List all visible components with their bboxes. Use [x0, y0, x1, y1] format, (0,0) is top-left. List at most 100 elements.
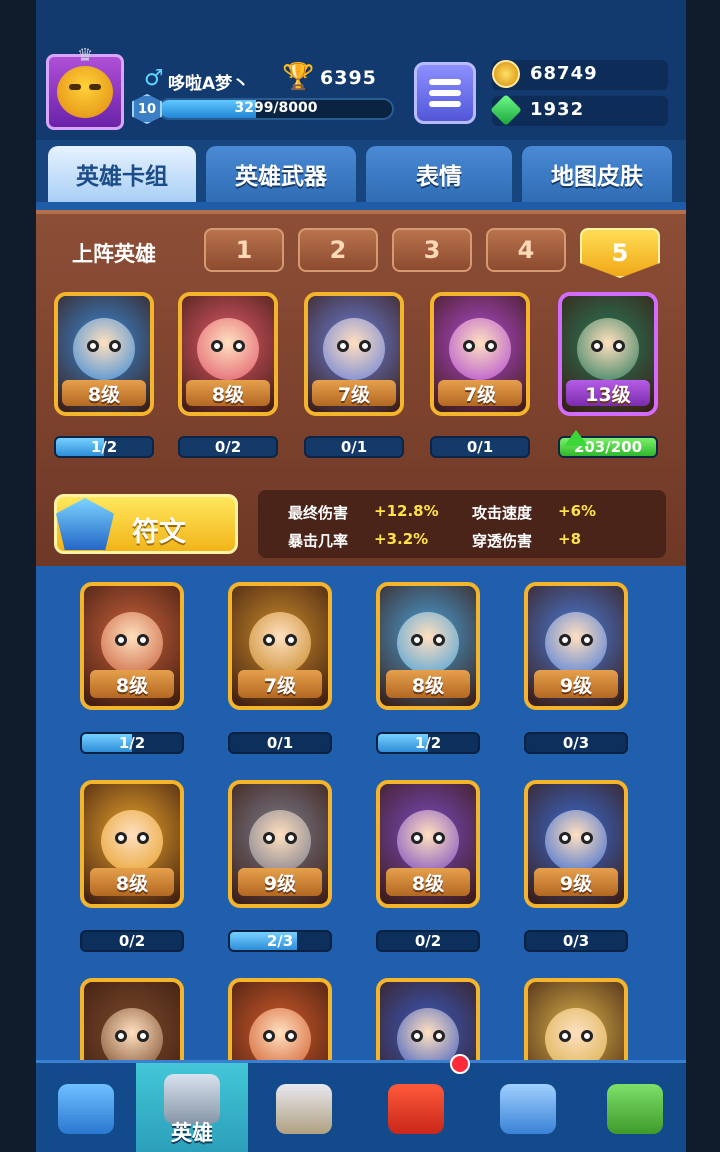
- hero-face: [545, 612, 607, 674]
- hero-face: [397, 810, 459, 872]
- deck-slot-5[interactable]: 5: [580, 228, 660, 278]
- deck-slot-1[interactable]: 1: [204, 228, 284, 272]
- nav-item[interactable]: [248, 1063, 360, 1152]
- deck-slot-3[interactable]: 3: [392, 228, 472, 272]
- stat-value-pierce-damage: +8: [558, 530, 582, 548]
- menu-button[interactable]: [414, 62, 476, 124]
- deck-slot-4[interactable]: 4: [486, 228, 566, 272]
- hero-face: [545, 810, 607, 872]
- nav-item[interactable]: [584, 1063, 686, 1152]
- player-name: 哆啦A梦丶: [168, 74, 250, 94]
- friends-icon: [500, 1084, 556, 1134]
- notification-dot: [450, 1054, 470, 1074]
- hero-card-progress-text: 0/3: [562, 734, 590, 752]
- hero-face: [577, 318, 639, 380]
- stat-value-final-damage: +12.8%: [374, 502, 439, 520]
- crown-icon: ♛: [77, 45, 94, 66]
- menu-icon: [429, 90, 461, 96]
- hero-card[interactable]: 9级: [524, 780, 628, 908]
- player-header: ♛ ♂ 哆啦A梦丶 🏆 6395 3299/8000 10 68749 1932: [36, 0, 686, 140]
- deck-hero-card[interactable]: 8级: [178, 292, 278, 416]
- hero-face: [197, 318, 259, 380]
- hero-collection: 8级 1/2 7级 0/1 8级 1/2 9级 0/3 8级 0/2 9级 2/3 8级 0/2 9级 0/3: [36, 566, 686, 1106]
- hero-card[interactable]: 7级: [228, 582, 332, 710]
- hero-level: 8级: [90, 868, 174, 896]
- avatar-face: [57, 66, 113, 118]
- crossed-swords-icon: [276, 1084, 332, 1134]
- player-level-badge: 10: [132, 94, 162, 124]
- stat-label-crit-chance: 暴击几率: [288, 532, 349, 550]
- hero-card[interactable]: 8级: [376, 582, 480, 710]
- deck-hero-card[interactable]: 7级: [304, 292, 404, 416]
- hero-card-progress-text: 0/2: [118, 932, 146, 950]
- menu-icon: [429, 101, 461, 107]
- trophy-icon: 🏆: [282, 62, 315, 92]
- hero-level: 7级: [238, 670, 322, 698]
- hero-card-progress-text: 2/3: [266, 932, 294, 950]
- hero-card-progress-text: 1/2: [414, 734, 442, 752]
- game-screen: ♛ ♂ 哆啦A梦丶 🏆 6395 3299/8000 10 68749 1932…: [36, 0, 686, 1152]
- hero-level: 7级: [438, 380, 522, 406]
- hero-face: [449, 318, 511, 380]
- hero-card-progress-text: 0/2: [214, 438, 242, 456]
- hero-face: [397, 612, 459, 674]
- tab-bar: 英雄卡组 英雄武器 表情 地图皮肤: [36, 140, 686, 202]
- stat-value-attack-speed: +6%: [558, 502, 597, 520]
- hero-level: 9级: [534, 670, 618, 698]
- hero-card[interactable]: 9级: [228, 780, 332, 908]
- hero-level: 8级: [386, 868, 470, 896]
- tab-emotes[interactable]: 表情: [366, 146, 512, 202]
- stat-label-final-damage: 最终伤害: [288, 504, 349, 522]
- deck-hero-card[interactable]: 7级: [430, 292, 530, 416]
- gold-coin-icon: [492, 60, 520, 88]
- gem-amount: 1932: [530, 99, 585, 120]
- hero-face: [101, 810, 163, 872]
- stat-label-attack-speed: 攻击速度: [472, 504, 533, 522]
- hero-level: 7级: [312, 380, 396, 406]
- xp-text: 3299/8000: [234, 100, 318, 116]
- tab-hero-weapons[interactable]: 英雄武器: [206, 146, 356, 202]
- deck-slot-2[interactable]: 2: [298, 228, 378, 272]
- nav-item[interactable]: [360, 1063, 472, 1152]
- stat-value-crit-chance: +3.2%: [374, 530, 429, 548]
- hero-card-progress-text: 0/3: [562, 932, 590, 950]
- deck-label: 上阵英雄: [72, 242, 156, 266]
- hero-card-progress-text: 1/2: [118, 734, 146, 752]
- deck-hero-card[interactable]: 8级: [54, 292, 154, 416]
- tab-hero-deck[interactable]: 英雄卡组: [48, 146, 196, 202]
- hero-face: [323, 318, 385, 380]
- hero-face: [249, 612, 311, 674]
- nav-item[interactable]: 英雄: [136, 1063, 248, 1152]
- male-symbol-icon: ♂: [144, 66, 164, 91]
- hero-level: 9级: [238, 868, 322, 896]
- trophy-count: 6395: [320, 67, 377, 89]
- hero-card[interactable]: 8级: [80, 582, 184, 710]
- player-avatar[interactable]: ♛: [46, 45, 124, 130]
- hero-card-progress-text: 0/1: [266, 734, 294, 752]
- hero-card-progress-text: 0/2: [414, 932, 442, 950]
- nav-item[interactable]: [36, 1063, 136, 1152]
- gold-amount: 68749: [530, 63, 598, 84]
- deck-panel: 上阵英雄 1 2 3 4 5 8级 1/2 8级 0/2 7级 0/1 7级 0/1 13级 20…: [36, 210, 686, 566]
- stat-label-pierce-damage: 穿透伤害: [472, 532, 533, 550]
- hero-card[interactable]: 9级: [524, 582, 628, 710]
- hero-level: 8级: [90, 670, 174, 698]
- menu-icon: [429, 79, 461, 85]
- hero-card[interactable]: 8级: [376, 780, 480, 908]
- hero-level: 8级: [386, 670, 470, 698]
- upgrade-arrow-icon: [564, 430, 588, 446]
- hero-card-progress-text: 0/1: [340, 438, 368, 456]
- nav-label: 英雄: [171, 1121, 213, 1145]
- tab-map-skins[interactable]: 地图皮肤: [522, 146, 672, 202]
- hero-card-progress-text: 0/1: [466, 438, 494, 456]
- deck-hero-card[interactable]: 13级: [558, 292, 658, 416]
- sprout-island-icon: [607, 1084, 663, 1134]
- hero-face: [101, 612, 163, 674]
- deck-stats-panel: 最终伤害 +12.8% 攻击速度 +6% 暴击几率 +3.2% 穿透伤害 +8: [258, 490, 666, 558]
- hero-face: [249, 810, 311, 872]
- hero-level: 8级: [186, 380, 270, 406]
- hero-card[interactable]: 8级: [80, 780, 184, 908]
- hero-level: 13级: [566, 380, 650, 406]
- nav-item[interactable]: [472, 1063, 584, 1152]
- rune-label: 符文: [132, 517, 186, 548]
